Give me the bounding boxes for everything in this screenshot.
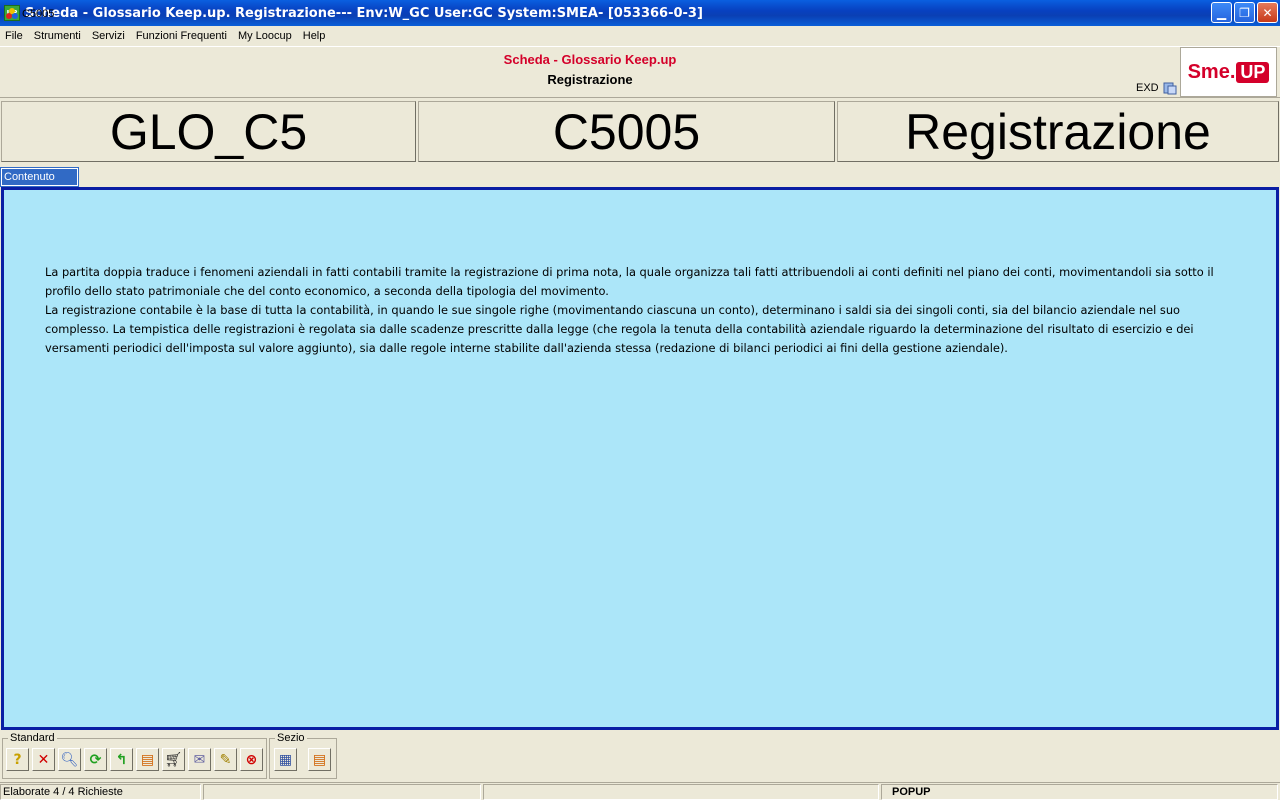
refresh-button[interactable]: ⟳ bbox=[84, 748, 107, 771]
logo-text-right: UP bbox=[1236, 61, 1270, 83]
field-description: Registrazione bbox=[837, 101, 1279, 162]
bottom-toolbar: Standard Sezio ? ✕ 🔍︎ ⟳ ↰ ▤ 🛒︎ ✉ ✎ ⊗ ▦ ▤ bbox=[0, 731, 1280, 781]
content-text: La partita doppia traduce i fenomeni azi… bbox=[45, 263, 1225, 358]
field-glossary-group: GLO_C5 bbox=[1, 101, 416, 162]
title-bar: UP Scheda - Glossario Keep.up. Registraz… bbox=[0, 0, 1280, 26]
mail-button[interactable]: ✉ bbox=[188, 748, 211, 771]
content-panel: La partita doppia traduce i fenomeni azi… bbox=[1, 187, 1279, 730]
magic-icon: ✎ bbox=[219, 751, 232, 768]
smeup-logo: Sme. UP bbox=[1180, 47, 1277, 97]
search-button[interactable]: 🔍︎ bbox=[58, 748, 81, 771]
stop-icon: ⊗ bbox=[245, 751, 258, 768]
content-paragraph-1: La partita doppia traduce i fenomeni azi… bbox=[45, 265, 1214, 298]
back-button[interactable]: ↰ bbox=[110, 748, 133, 771]
menu-bar: File Strumenti Servizi Funzioni Frequent… bbox=[0, 26, 1280, 45]
menu-help[interactable]: Help bbox=[303, 30, 326, 42]
cart-button[interactable]: 🛒︎ bbox=[162, 748, 185, 771]
export-icon: ▤ bbox=[312, 751, 327, 768]
page-subtitle: Registrazione bbox=[547, 72, 633, 87]
object-code: C5005 bbox=[6, 8, 54, 20]
section-export-button[interactable]: ▤ bbox=[308, 748, 331, 771]
window-title: Scheda - Glossario Keep.up. Registrazion… bbox=[25, 5, 703, 21]
search-icon: 🔍︎ bbox=[60, 751, 79, 768]
stop-button[interactable]: ⊗ bbox=[240, 748, 263, 771]
status-field-2 bbox=[203, 784, 481, 800]
back-icon: ↰ bbox=[115, 751, 128, 768]
export-button[interactable]: ▤ bbox=[136, 748, 159, 771]
restore-button[interactable]: ❐ bbox=[1234, 2, 1255, 23]
section-list-button[interactable]: ▦ bbox=[274, 748, 297, 771]
exd-indicator[interactable]: EXD bbox=[1136, 81, 1177, 95]
exd-label: EXD bbox=[1136, 82, 1159, 94]
help-button[interactable]: ? bbox=[6, 748, 29, 771]
cancel-button[interactable]: ✕ bbox=[32, 748, 55, 771]
status-requests: Elaborate 4 / 4 Richieste bbox=[0, 784, 201, 800]
cart-icon: 🛒︎ bbox=[164, 751, 183, 768]
refresh-icon: ⟳ bbox=[89, 751, 102, 768]
list-icon: ▦ bbox=[278, 751, 293, 768]
group-sezione-label: Sezio bbox=[275, 732, 307, 744]
field-code: C5005 bbox=[418, 101, 835, 162]
logo-text-left: Sme. bbox=[1187, 60, 1236, 83]
object-type-icon bbox=[6, 8, 20, 20]
close-window-button[interactable]: ✕ bbox=[1257, 2, 1278, 23]
status-mode: POPUP bbox=[881, 784, 1278, 800]
object-code-label: C5005 bbox=[22, 8, 55, 20]
export-icon: ▤ bbox=[140, 751, 155, 768]
group-standard-label: Standard bbox=[8, 732, 57, 744]
content-paragraph-2: La registrazione contabile è la base di … bbox=[45, 303, 1194, 355]
magic-button[interactable]: ✎ bbox=[214, 748, 237, 771]
status-bar: Elaborate 4 / 4 Richieste POPUP bbox=[0, 782, 1280, 800]
tab-contenuto[interactable]: Contenuto bbox=[0, 167, 79, 187]
minimize-button[interactable]: ▁ bbox=[1211, 2, 1232, 23]
menu-file[interactable]: File bbox=[5, 30, 23, 42]
menu-servizi[interactable]: Servizi bbox=[92, 30, 125, 42]
exd-icon bbox=[1163, 82, 1177, 95]
help-icon: ? bbox=[13, 751, 22, 768]
menu-funzioni-frequenti[interactable]: Funzioni Frequenti bbox=[136, 30, 227, 42]
menu-my-loocup[interactable]: My Loocup bbox=[238, 30, 292, 42]
page-title: Scheda - Glossario Keep.up bbox=[503, 52, 677, 67]
menu-strumenti[interactable]: Strumenti bbox=[34, 30, 81, 42]
status-field-3 bbox=[483, 784, 879, 800]
close-icon: ✕ bbox=[37, 751, 50, 768]
mail-icon: ✉ bbox=[193, 751, 206, 768]
